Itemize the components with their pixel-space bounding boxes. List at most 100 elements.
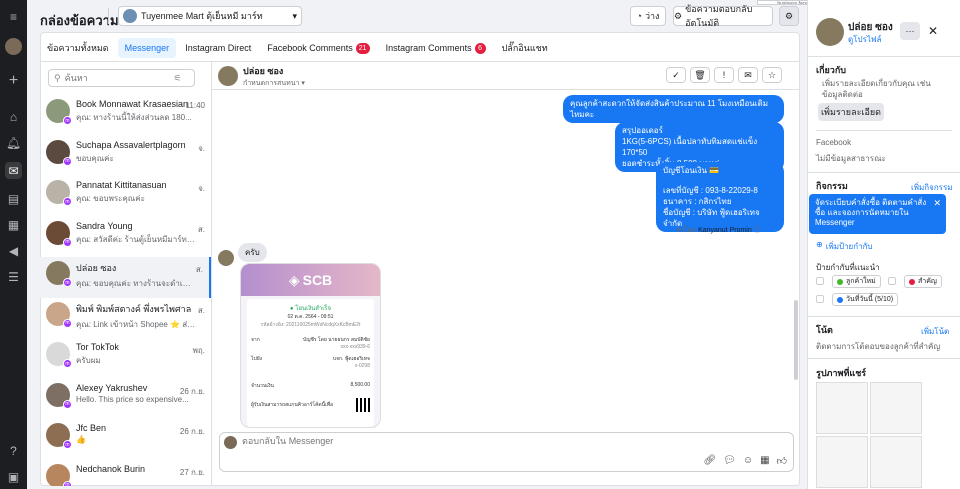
attachment-icon[interactable]: 🔗︎ bbox=[703, 455, 716, 467]
status-button[interactable]: ◔ ว่าง bbox=[630, 6, 666, 26]
plus-circle-icon: ⊕ bbox=[816, 240, 823, 249]
notifications-icon[interactable]: 🔔︎ bbox=[5, 134, 22, 151]
avatar: m bbox=[46, 220, 72, 247]
tag-chip[interactable]: สำคัญ bbox=[904, 275, 942, 288]
timestamp: 11:40 bbox=[185, 101, 205, 110]
saved-reply-icon[interactable]: 💬︎ bbox=[723, 455, 736, 467]
add-label-link[interactable]: ⊕ เพิ่มป้ายกำกับ bbox=[816, 240, 873, 253]
home-icon[interactable]: ⌂ bbox=[5, 108, 22, 125]
add-details-label: เพิ่มรายละเอียด bbox=[820, 107, 882, 117]
tag-chip[interactable]: วันที่วันนี้ (5/10) bbox=[832, 293, 899, 306]
divider bbox=[211, 61, 212, 486]
messenger-icon: m bbox=[63, 359, 72, 368]
tab-messenger[interactable]: Messenger bbox=[117, 38, 177, 58]
list-item-selected[interactable]: m ปล่อย ซอง คุณ: ขอบคุณค่ะ ทางร้านจะดำเนิ… bbox=[40, 257, 211, 298]
reply-input[interactable] bbox=[242, 436, 542, 446]
sent-by-line: ส่งโดย Kanyanut Promin ⓘ bbox=[676, 225, 761, 236]
tag-label: สำคัญ bbox=[918, 278, 937, 285]
list-item[interactable]: m Sandra Young คุณ: สวัสดีค่ะ ร้านตู้เย็น… bbox=[40, 217, 211, 258]
settings-button[interactable]: ⚙ bbox=[779, 6, 799, 26]
close-icon[interactable]: ✕ bbox=[933, 198, 941, 208]
search-input[interactable] bbox=[64, 73, 170, 83]
star-button[interactable]: ☆ bbox=[762, 67, 782, 83]
tag-checkbox[interactable] bbox=[816, 277, 824, 285]
add-activity-link[interactable]: เพิ่มกิจกรรม bbox=[911, 181, 953, 194]
list-item[interactable]: m Book Monnawat Krasaesian คุณ: ทางร้านนี… bbox=[40, 95, 211, 136]
info-icon: ⓘ bbox=[753, 227, 761, 234]
message-preview: ขอบคุณค่ะ bbox=[76, 153, 114, 163]
more-button[interactable]: ··· bbox=[900, 22, 920, 40]
tab-instagram-direct[interactable]: Instagram Direct bbox=[178, 38, 258, 58]
list-item[interactable]: m Nedchanok Burin 27 ก.ย. bbox=[40, 460, 211, 486]
filter-icon[interactable]: ⚟ bbox=[174, 73, 182, 84]
close-icon[interactable]: ✕ bbox=[928, 24, 938, 38]
inbox-icon[interactable]: ✉ bbox=[5, 162, 22, 179]
tab-facebook-comments[interactable]: Facebook Comments 21 bbox=[260, 38, 376, 58]
suggested-labels-heading: ป้ายกำกับที่แนะนำ bbox=[816, 263, 880, 272]
shared-photo-thumbnail[interactable] bbox=[816, 382, 868, 434]
bank-name: SCB bbox=[302, 272, 333, 288]
tab-instagram-comments[interactable]: Instagram Comments 6 bbox=[379, 38, 493, 58]
mark-unread-button[interactable]: ✉ bbox=[738, 67, 758, 83]
list-item[interactable]: m Jfc Ben 👍 26 ก.ย. bbox=[40, 419, 211, 460]
payment-slip-image[interactable]: ◈ SCB ● โอนเงินสำเร็จ 02 ต.ค. 2564 - 09:5… bbox=[240, 263, 381, 428]
all-tools-icon[interactable]: ☰ bbox=[5, 268, 22, 285]
outgoing-message: บัญชีโอนเงิน 💳 เลขที่บัญชี : 093-8-22029… bbox=[656, 162, 784, 232]
spam-button[interactable]: ! bbox=[714, 67, 734, 83]
page-avatar[interactable] bbox=[5, 38, 22, 55]
calendar-icon[interactable]: ▦ bbox=[5, 216, 22, 233]
tab-all-messages[interactable]: ข้อความทั้งหมด bbox=[40, 38, 116, 58]
outgoing-message: คุณลูกค้าสะดวกให้จัดส่งสินค้าประมาณ 11 โ… bbox=[563, 95, 784, 123]
shared-photo-thumbnail[interactable] bbox=[816, 436, 868, 488]
messenger-icon: m bbox=[63, 278, 72, 287]
avatar: m bbox=[46, 463, 72, 486]
messenger-icon: m bbox=[63, 399, 72, 409]
sent-by-label: ส่งโดย bbox=[676, 227, 697, 234]
chat-scrollbar[interactable] bbox=[794, 300, 798, 380]
tag-checkbox[interactable] bbox=[888, 277, 896, 285]
global-nav: ≡ + ⌂ 🔔︎ ✉ ▤ ▦ ◀ ☰ ? ▣ bbox=[0, 0, 27, 489]
content-icon[interactable]: ▤ bbox=[5, 190, 22, 207]
assign-dropdown[interactable]: กำหนดการสนทนา ▾ bbox=[243, 78, 305, 89]
create-icon[interactable]: + bbox=[5, 72, 22, 89]
auto-reply-button[interactable]: ⚙ ข้อความตอบกลับอัตโนมัติ bbox=[673, 4, 773, 28]
avatar bbox=[218, 250, 234, 266]
page-selector[interactable]: Tuyenmee Mart ตุ้เย็นหมี มาร์ท ▾ bbox=[118, 6, 302, 26]
add-note-link[interactable]: เพิ่มโน้ต bbox=[921, 325, 949, 338]
divider bbox=[211, 89, 800, 90]
shared-photo-thumbnail[interactable] bbox=[870, 436, 922, 488]
messenger-icon: m bbox=[63, 237, 72, 247]
list-item[interactable]: m Pannatat Kittitanasuan คุณ: ขอบพระคุณค่… bbox=[40, 176, 211, 217]
gear-icon: ⚙ bbox=[784, 10, 794, 21]
view-profile-link[interactable]: ดูโปรไฟล์ bbox=[848, 33, 881, 46]
search-box[interactable]: ⚲ ⚟ bbox=[48, 69, 195, 87]
like-icon[interactable]: 👍︎ bbox=[777, 455, 787, 467]
delete-button[interactable]: 🗑︎ bbox=[690, 67, 710, 83]
facebook-text: ไม่มีข้อมูลสาธารณะ bbox=[816, 154, 886, 163]
ads-icon[interactable]: ◀ bbox=[5, 242, 22, 259]
mark-done-button[interactable]: ✓ bbox=[666, 67, 686, 83]
tag-chip[interactable]: ลูกค้าใหม่ bbox=[832, 275, 881, 288]
tag-color-dot bbox=[837, 278, 843, 285]
list-item[interactable]: m Suchapa Assavalertplagorn ขอบคุณค่ะ จ. bbox=[40, 136, 211, 177]
sent-by-name[interactable]: Kanyanut Promin bbox=[698, 227, 752, 234]
check-icon: ✓ bbox=[672, 69, 680, 80]
tab-chat-plugin[interactable]: ปลั๊กอินแชท bbox=[495, 38, 555, 58]
page-selector-label: Tuyenmee Mart ตุ้เย็นหมี มาร์ท bbox=[141, 11, 263, 21]
template-icon[interactable]: ▦ bbox=[760, 455, 769, 467]
menu-icon[interactable]: ≡ bbox=[5, 8, 22, 25]
contact-details-panel: ปล่อย ซอง ดูโปรไฟล์ ··· ✕ เกี่ยวกับ เพิ่… bbox=[807, 0, 960, 489]
list-item[interactable]: m Alexey Yakrushev Hello. This price so e… bbox=[40, 379, 211, 420]
slip-note: ผู้รับเงินสามารถสแกนคิวอาร์โค้ดนี้เพื่อ bbox=[251, 402, 334, 408]
avatar bbox=[218, 66, 238, 86]
help-icon[interactable]: ? bbox=[5, 442, 22, 459]
feedback-icon[interactable]: ▣ bbox=[5, 468, 22, 485]
activity-tooltip: จัดระเบียบคำสั่งซื้อ ติดตามคำสั่งซื้อ แล… bbox=[809, 194, 946, 234]
tag-checkbox[interactable] bbox=[816, 295, 824, 303]
emoji-icon[interactable]: ☺ bbox=[743, 455, 753, 467]
count-badge: 6 bbox=[474, 42, 486, 54]
list-item[interactable]: m พิมพ์ พิมพ์สตางค์ พึ่งพรไพศาล คุณ: Link… bbox=[40, 298, 211, 339]
shared-photo-thumbnail[interactable] bbox=[870, 382, 922, 434]
list-item[interactable]: m Tor TokTok ครับผม พฤ. bbox=[40, 338, 211, 379]
add-details-button[interactable]: เพิ่มรายละเอียด bbox=[818, 103, 884, 121]
